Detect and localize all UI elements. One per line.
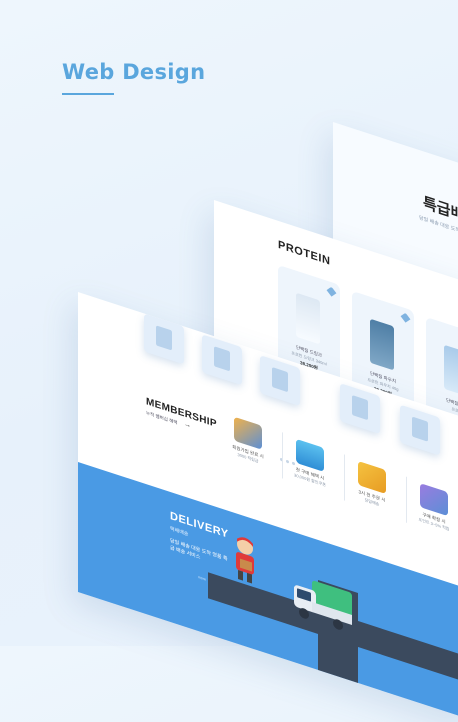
benefit-item: 3시 전 주문 시 당일배송 [342, 456, 402, 515]
protein-title: PROTEIN [278, 238, 331, 268]
product-thumb-icon [352, 395, 368, 421]
heart-icon[interactable] [326, 286, 337, 297]
thumbnail[interactable] [340, 383, 380, 435]
benefit-item: 회원가입 완료 시 3000 적립금 [218, 411, 278, 470]
bag-icon [296, 438, 324, 472]
thumbnail[interactable] [144, 313, 184, 365]
bottle-icon [296, 292, 320, 345]
product-thumb-icon [156, 325, 172, 351]
arrow-right-icon[interactable]: → [184, 420, 191, 429]
product-thumb-icon [214, 346, 230, 372]
product-thumb-icon [412, 416, 428, 442]
delivery-title: DELIVERY [170, 509, 229, 541]
product-thumb-icon [272, 367, 288, 393]
bottle-icon [444, 344, 458, 397]
courier-icon [236, 537, 254, 584]
thumbnail[interactable] [260, 355, 300, 407]
title-underline [62, 93, 114, 95]
pouch-icon [370, 318, 394, 371]
delivery-more-button[interactable]: more [198, 575, 206, 582]
benefit-item: 구매 확정 시 포인트 3~5% 적립 [404, 478, 458, 537]
benefit-item: 첫 구매 혜택 시 30,000원 할인쿠폰 [280, 434, 340, 493]
heart-icon[interactable] [400, 312, 411, 323]
thumbnail[interactable] [400, 404, 440, 456]
truck-icon [294, 580, 352, 630]
cup-icon [234, 416, 262, 450]
page-title: Web Design [62, 60, 206, 84]
delivery-desc: 당일 배송 대응 도착 명품 특급 배송 서비스 [170, 537, 228, 563]
truck-icon [358, 460, 386, 495]
wallet-icon [420, 483, 448, 517]
